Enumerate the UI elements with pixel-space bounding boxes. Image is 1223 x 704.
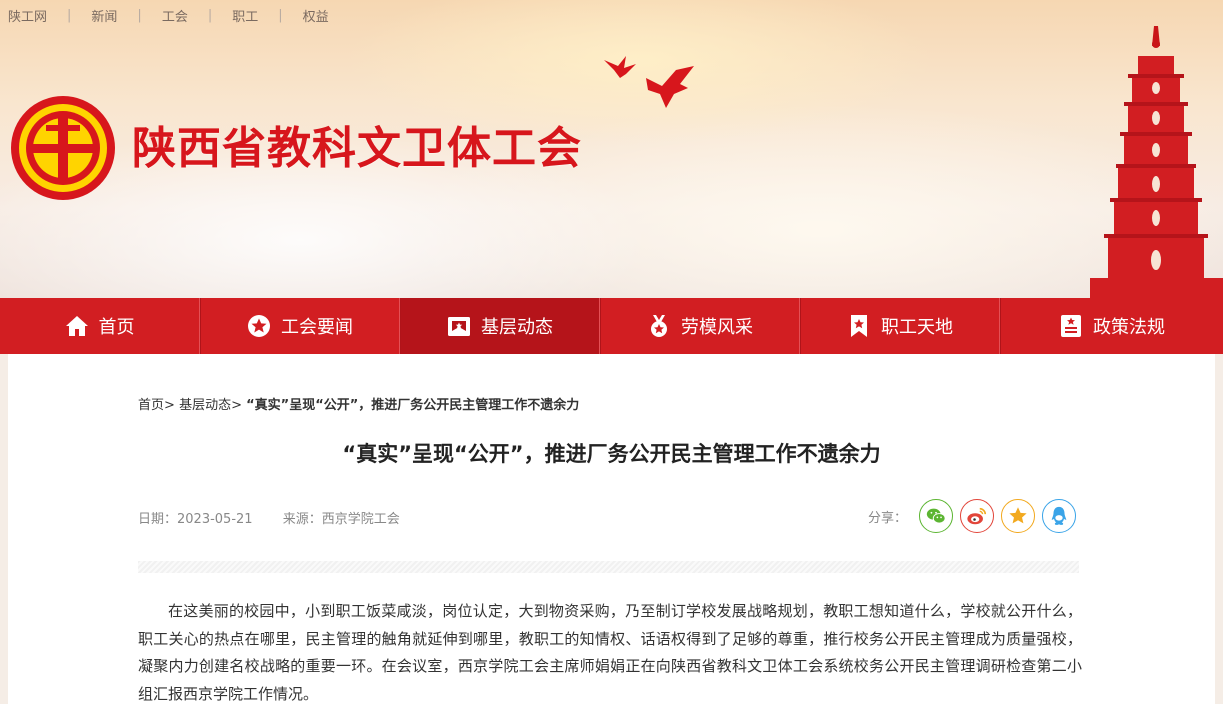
divider: [138, 561, 1079, 573]
nav-item-model-workers[interactable]: 劳模风采: [600, 298, 800, 354]
doves-illustration: [604, 56, 694, 108]
separator: |: [207, 7, 213, 23]
separator: |: [67, 7, 72, 23]
top-link-workers[interactable]: 职工: [232, 6, 258, 25]
breadcrumb-separator: >: [164, 398, 175, 413]
bookmark-star-icon: [851, 315, 867, 337]
site-title: 陕西省教科文卫体工会: [132, 123, 582, 174]
nav-label: 首页: [98, 317, 135, 338]
pagoda-illustration: [1090, 26, 1223, 298]
document-icon: [1061, 315, 1081, 337]
top-link-shaangong[interactable]: 陕工网: [8, 6, 47, 25]
share-favorite-button[interactable]: [1001, 499, 1036, 533]
article-source: 来源：西京学院工会: [282, 512, 400, 527]
nav-label: 职工天地: [881, 317, 953, 338]
share-wechat-button[interactable]: [919, 499, 954, 533]
top-link-rights[interactable]: 权益: [303, 6, 329, 25]
nav-label: 工会要闻: [281, 317, 353, 338]
article-meta: 日期：2023-05-21 来源：西京学院工会: [138, 508, 426, 527]
share-qq-button[interactable]: [1042, 499, 1077, 533]
header-banner: 陕工网 | 新闻 | 工会 | 职工 | 权益 陕西省教科文卫体工会: [0, 0, 1223, 298]
star-badge-icon: [248, 315, 270, 337]
nav-label: 基层动态: [481, 317, 553, 338]
article-date: 日期：2023-05-21: [138, 512, 253, 527]
share-label: 分享：: [868, 510, 908, 526]
article-body: 在这美丽的校园中，小到职工饭菜咸淡，岗位认定，大到物资采购，乃至制订学校发展战略…: [138, 602, 1082, 703]
favorite-icon: [1009, 507, 1027, 524]
top-link-union[interactable]: 工会: [162, 6, 188, 25]
flag-icon: [448, 317, 470, 336]
nav-label: 劳模风采: [681, 317, 753, 338]
breadcrumb-separator: >: [231, 398, 242, 413]
nav-item-policies[interactable]: 政策法规: [1000, 298, 1223, 354]
separator: |: [137, 7, 142, 23]
nav-item-home[interactable]: 首页: [0, 298, 200, 354]
wechat-icon: [926, 508, 946, 524]
share-weibo-button[interactable]: [960, 499, 995, 533]
union-logo[interactable]: [10, 95, 116, 201]
top-links: 陕工网 | 新闻 | 工会 | 职工 | 权益: [8, 6, 329, 25]
nav-item-union-news[interactable]: 工会要闻: [200, 298, 400, 354]
nav-item-grassroots[interactable]: 基层动态: [400, 298, 600, 354]
breadcrumb: 首页> 基层动态> “真实”呈现“公开”，推进厂务公开民主管理工作不遗余力: [138, 394, 579, 413]
nav-label: 政策法规: [1093, 317, 1165, 338]
breadcrumb-section[interactable]: 基层动态: [179, 398, 231, 413]
main-nav: 首页 工会要闻 基层动态 劳模风采 职工天地 政策法规: [0, 298, 1223, 354]
share-bar: 分享：: [868, 498, 1083, 534]
top-link-news[interactable]: 新闻: [91, 6, 117, 25]
medal-icon: [651, 315, 667, 337]
weibo-icon: [967, 507, 987, 525]
qq-icon: [1051, 506, 1067, 525]
breadcrumb-current: “真实”呈现“公开”，推进厂务公开民主管理工作不遗余力: [246, 398, 580, 413]
article-panel: 首页> 基层动态> “真实”呈现“公开”，推进厂务公开民主管理工作不遗余力 “真…: [8, 354, 1215, 704]
home-icon: [65, 316, 88, 336]
nav-item-workers-world[interactable]: 职工天地: [800, 298, 1000, 354]
separator: |: [278, 7, 283, 23]
article-title: “真实”呈现“公开”，推进厂务公开民主管理工作不遗余力: [342, 442, 881, 466]
breadcrumb-home[interactable]: 首页: [138, 398, 164, 413]
